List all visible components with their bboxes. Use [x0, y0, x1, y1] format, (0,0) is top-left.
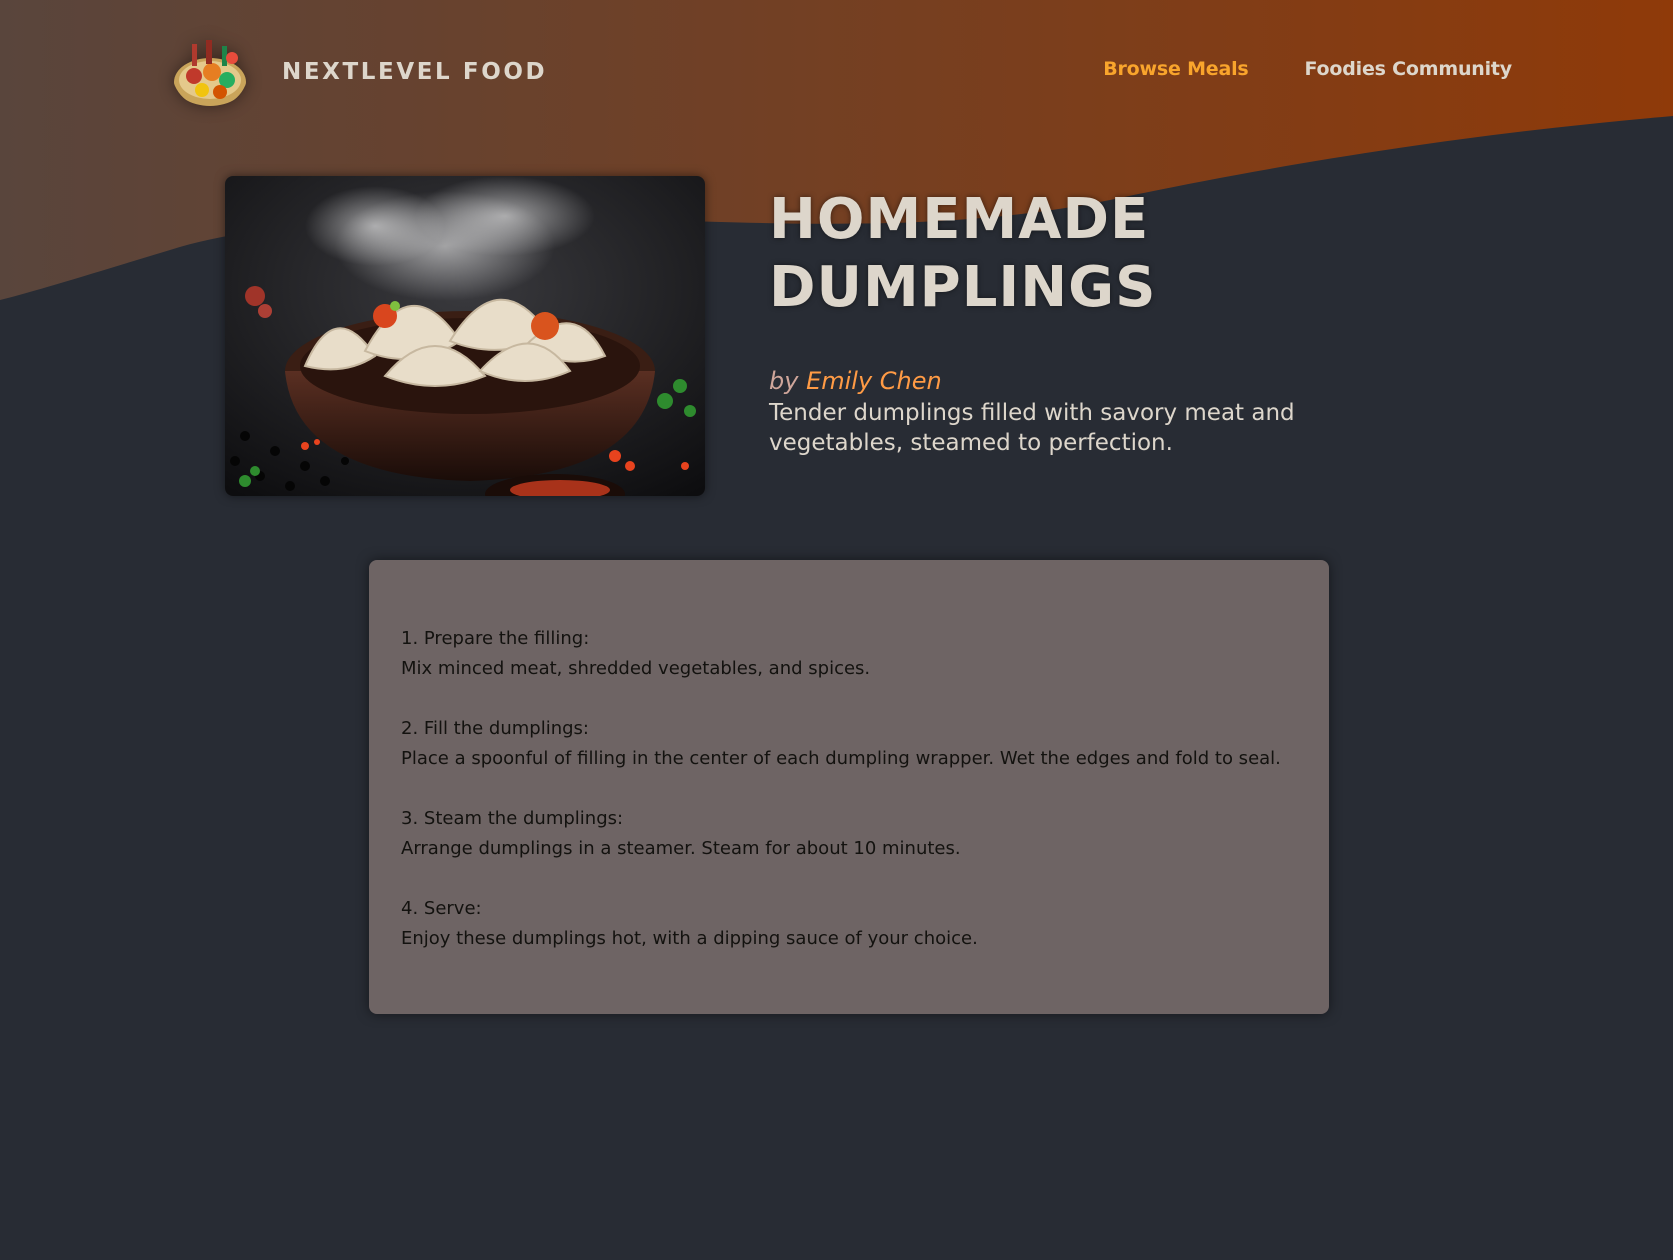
instruction-step: 2. Fill the dumplings: Place a spoonful … [401, 714, 1297, 774]
meal-creator: by Emily Chen [769, 367, 942, 395]
step-title: 3. Steam the dumplings: [401, 808, 624, 829]
meal-title: HOMEMADE DUMPLINGS [769, 187, 1157, 320]
instruction-step: 4. Serve: Enjoy these dumplings hot, wit… [401, 894, 1297, 954]
food-plate-icon [174, 40, 246, 106]
instruction-step: 3. Steam the dumplings: Arrange dumpling… [401, 804, 1297, 864]
step-title: 4. Serve: [401, 898, 482, 919]
dumplings-photo [225, 176, 705, 496]
step-title: 2. Fill the dumplings: [401, 718, 589, 739]
main-nav: Browse Meals Foodies Community [1103, 58, 1512, 80]
step-text: Enjoy these dumplings hot, with a dippin… [401, 928, 978, 949]
meal-summary: Tender dumplings filled with savory meat… [769, 400, 1295, 456]
creator-email-link[interactable]: Emily Chen [806, 367, 942, 395]
brand-name: NEXTLEVEL FOOD [282, 59, 548, 85]
meal-image [225, 176, 705, 496]
step-text: Mix minced meat, shredded vegetables, an… [401, 658, 871, 679]
creator-prefix: by [769, 367, 799, 395]
meal-instructions: 1. Prepare the filling: Mix minced meat,… [369, 560, 1329, 1014]
nav-browse-meals[interactable]: Browse Meals [1103, 58, 1249, 80]
nav-foodies-community[interactable]: Foodies Community [1305, 58, 1513, 80]
step-text: Arrange dumplings in a steamer. Steam fo… [401, 838, 961, 859]
main-header: NEXTLEVEL FOOD Browse Meals Foodies Comm… [0, 0, 1673, 145]
home-logo-link[interactable]: NEXTLEVEL FOOD [172, 36, 547, 108]
step-title: 1. Prepare the filling: [401, 628, 590, 649]
step-text: Place a spoonful of filling in the cente… [401, 748, 1281, 769]
instruction-step: 1. Prepare the filling: Mix minced meat,… [401, 624, 1297, 684]
